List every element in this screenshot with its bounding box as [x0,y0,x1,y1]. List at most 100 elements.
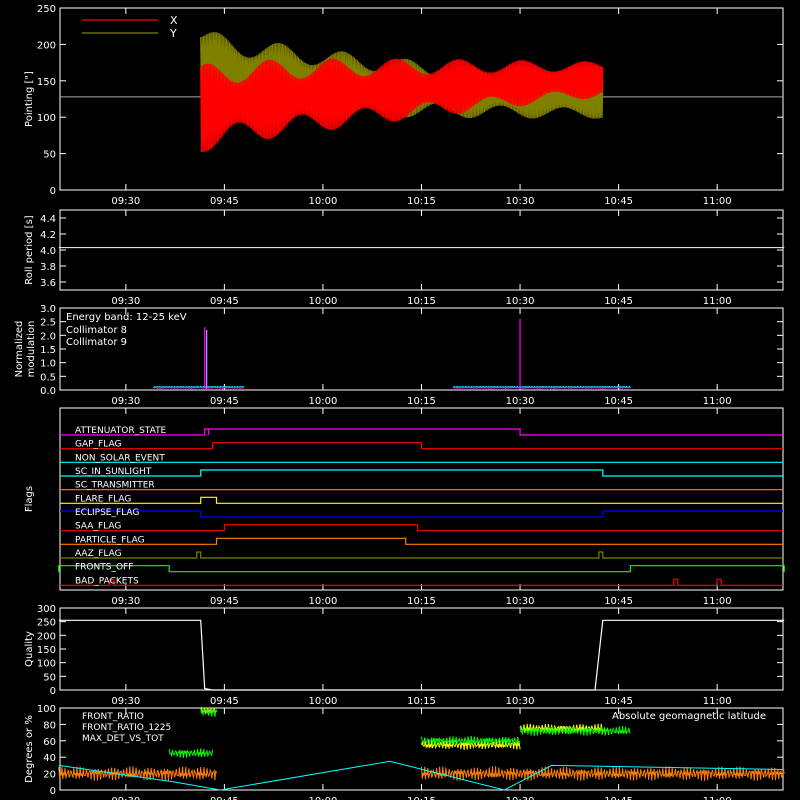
y-tick-label: 4.2 [40,230,56,241]
x-tick-label: 09:30 [111,196,140,207]
x-tick-label: 09:45 [210,696,239,707]
y-tick-label: 2.0 [40,331,56,342]
x-tick-label: 10:30 [506,396,535,407]
x-tick-label: 09:45 [210,296,239,307]
flag-label: SAA_FLAG [75,522,121,532]
flag-trace [58,565,785,573]
legend-label: X [170,14,178,27]
flag-trace [60,442,783,450]
flag-label: BAD_PACKETS [75,576,139,586]
y-axis-label: Flags [24,486,35,512]
x-tick-label: 11:00 [703,296,732,307]
x-tick-label: 10:45 [604,696,633,707]
x-tick-label: 09:45 [210,796,239,800]
x-tick-label: 09:45 [210,396,239,407]
x-tick-label: 09:45 [210,196,239,207]
flag-label: ECLIPSE_FLAG [75,508,139,518]
x-tick-label: 10:00 [309,296,338,307]
y-tick-label: 0 [50,686,56,697]
x-tick-label: 11:00 [703,396,732,407]
x-tick-label: 09:30 [111,796,140,800]
modulation-trace [452,386,631,390]
y-tick-label: 200 [37,631,56,642]
legend-label: FRONT_RATIO_1225 [82,723,171,733]
energy-band-annotation: Energy band: 12-25 keV [66,312,187,323]
flag-label: NON_SOLAR_EVENT [75,453,165,463]
flag-trace [60,524,783,532]
x-tick-label: 10:00 [309,196,338,207]
quality-line [58,619,785,691]
x-tick-label: 11:00 [703,796,732,800]
x-tick-label: 10:15 [407,296,436,307]
x-tick-label: 10:30 [506,796,535,800]
y-axis-label: Roll period [s] [24,215,35,284]
x-tick-label: 10:45 [604,796,633,800]
y-tick-label: 4.0 [40,246,56,257]
x-tick-label: 10:00 [309,596,338,607]
y-tick-label: 50 [43,150,56,161]
x-tick-label: 10:45 [604,396,633,407]
x-tick-label: 10:15 [407,796,436,800]
x-tick-label: 09:45 [210,596,239,607]
flag-trace [60,510,783,518]
y-tick-label: 2.5 [40,318,56,329]
multi-panel-chart: 09:30 09:45 10:00 10:15 10:30 10:45 11:00 0 50 10… [14,4,785,800]
latitude-annotation: Absolute geomagnetic latitude [612,711,766,722]
y-tick-label: 0.0 [40,386,56,397]
x-tick-label: 09:30 [111,596,140,607]
y-tick-label: 100 [37,704,56,715]
y-tick-label: 20 [43,770,56,781]
flag-label: FRONTS_OFF [75,563,133,573]
flag-trace [60,469,783,477]
legend-label: Y [169,27,177,40]
y-tick-label: 300 [37,604,56,615]
y-tick-label: 1.5 [40,345,56,356]
flag-trace [60,428,783,436]
y-tick-label: 3.8 [40,262,56,273]
x-tick-label: 10:45 [604,196,633,207]
panel-frame [59,209,784,291]
x-tick-label: 10:45 [604,596,633,607]
y-tick-label: 80 [43,720,56,731]
x-tick-label: 10:30 [506,196,535,207]
y-tick-label: 0.5 [40,372,56,383]
x-tick-label: 10:00 [309,396,338,407]
y-tick-label: 1.0 [40,359,56,370]
flag-trace [60,537,783,545]
y-axis-label: Degrees or % [24,715,35,783]
ratio-trace [168,748,214,759]
x-tick-label: 11:00 [703,596,732,607]
legend-label: MAX_DET_VS_TOT [82,734,164,744]
y-axis-label: Pointing ["] [24,71,35,127]
x-tick-label: 11:00 [703,196,732,207]
flag-label: AAZ_FLAG [75,549,122,559]
flag-label: PARTICLE_FLAG [75,535,145,545]
y-tick-label: 150 [37,645,56,656]
hessi-quicklook-figure: 09:30 09:45 10:00 10:15 10:30 10:45 11:00 0 50 10… [0,0,800,800]
x-tick-label: 10:15 [407,596,436,607]
x-tick-label: 09:30 [111,696,140,707]
y-tick-label: 100 [37,659,56,670]
x-tick-label: 10:30 [506,596,535,607]
y-axis-label: modulation [26,321,37,378]
y-tick-label: 200 [37,40,56,51]
x-tick-label: 10:30 [506,696,535,707]
y-tick-label: 100 [37,113,56,124]
y-axis-label: Quality [24,631,35,667]
x-tick-label: 09:30 [111,396,140,407]
x-tick-label: 10:15 [407,696,436,707]
y-tick-label: 4.4 [40,214,56,225]
flag-trace [60,551,783,559]
x-tick-label: 10:15 [407,396,436,407]
legend-label: FRONT_RATIO [82,712,144,722]
y-tick-label: 50 [43,672,56,683]
x-tick-label: 10:00 [309,796,338,800]
y-tick-label: 0 [50,786,56,797]
y-tick-label: 0 [50,186,56,197]
x-tick-label: 10:00 [309,696,338,707]
legend-label: Collimator 9 [66,337,127,348]
y-tick-label: 3.0 [40,304,56,315]
flag-label: SC_IN_SUNLIGHT [75,467,152,477]
flag-label: FLARE_FLAG [75,494,131,504]
flag-label: SC_TRANSMITTER [75,481,155,491]
